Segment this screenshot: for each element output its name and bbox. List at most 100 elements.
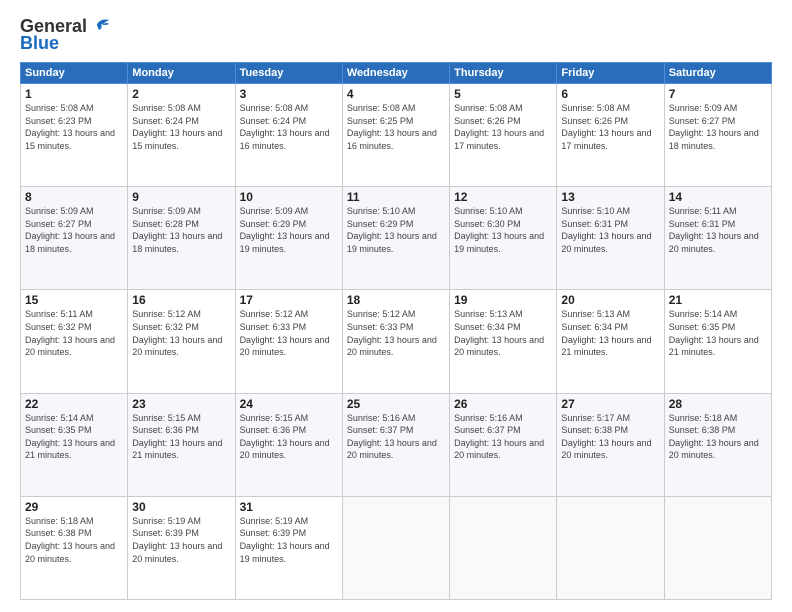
calendar-cell: [450, 496, 557, 599]
calendar-cell: 23Sunrise: 5:15 AMSunset: 6:36 PMDayligh…: [128, 393, 235, 496]
calendar-cell: 4Sunrise: 5:08 AMSunset: 6:25 PMDaylight…: [342, 84, 449, 187]
day-info: Sunrise: 5:08 AMSunset: 6:24 PMDaylight:…: [132, 102, 230, 152]
day-info: Sunrise: 5:08 AMSunset: 6:26 PMDaylight:…: [454, 102, 552, 152]
weekday-header-monday: Monday: [128, 63, 235, 84]
day-info: Sunrise: 5:11 AMSunset: 6:31 PMDaylight:…: [669, 205, 767, 255]
calendar-week-5: 29Sunrise: 5:18 AMSunset: 6:38 PMDayligh…: [21, 496, 772, 599]
header: General Blue: [20, 16, 772, 54]
day-number: 24: [240, 397, 338, 411]
day-info: Sunrise: 5:08 AMSunset: 6:24 PMDaylight:…: [240, 102, 338, 152]
calendar-cell: 9Sunrise: 5:09 AMSunset: 6:28 PMDaylight…: [128, 187, 235, 290]
day-info: Sunrise: 5:08 AMSunset: 6:25 PMDaylight:…: [347, 102, 445, 152]
day-number: 31: [240, 500, 338, 514]
calendar-cell: 24Sunrise: 5:15 AMSunset: 6:36 PMDayligh…: [235, 393, 342, 496]
day-number: 1: [25, 87, 123, 101]
logo-blue-text: Blue: [20, 33, 59, 54]
day-info: Sunrise: 5:09 AMSunset: 6:28 PMDaylight:…: [132, 205, 230, 255]
calendar-cell: [664, 496, 771, 599]
calendar-cell: 16Sunrise: 5:12 AMSunset: 6:32 PMDayligh…: [128, 290, 235, 393]
calendar-cell: 28Sunrise: 5:18 AMSunset: 6:38 PMDayligh…: [664, 393, 771, 496]
calendar-cell: 29Sunrise: 5:18 AMSunset: 6:38 PMDayligh…: [21, 496, 128, 599]
day-number: 8: [25, 190, 123, 204]
day-number: 3: [240, 87, 338, 101]
calendar-cell: 15Sunrise: 5:11 AMSunset: 6:32 PMDayligh…: [21, 290, 128, 393]
day-info: Sunrise: 5:10 AMSunset: 6:31 PMDaylight:…: [561, 205, 659, 255]
day-number: 19: [454, 293, 552, 307]
calendar-header: SundayMondayTuesdayWednesdayThursdayFrid…: [21, 63, 772, 84]
calendar-cell: 25Sunrise: 5:16 AMSunset: 6:37 PMDayligh…: [342, 393, 449, 496]
day-info: Sunrise: 5:09 AMSunset: 6:29 PMDaylight:…: [240, 205, 338, 255]
day-number: 13: [561, 190, 659, 204]
calendar-cell: 1Sunrise: 5:08 AMSunset: 6:23 PMDaylight…: [21, 84, 128, 187]
day-number: 9: [132, 190, 230, 204]
calendar-cell: 14Sunrise: 5:11 AMSunset: 6:31 PMDayligh…: [664, 187, 771, 290]
logo: General Blue: [20, 16, 111, 54]
day-info: Sunrise: 5:12 AMSunset: 6:32 PMDaylight:…: [132, 308, 230, 358]
day-number: 22: [25, 397, 123, 411]
day-number: 14: [669, 190, 767, 204]
day-number: 30: [132, 500, 230, 514]
day-number: 10: [240, 190, 338, 204]
calendar-cell: 22Sunrise: 5:14 AMSunset: 6:35 PMDayligh…: [21, 393, 128, 496]
calendar-cell: 5Sunrise: 5:08 AMSunset: 6:26 PMDaylight…: [450, 84, 557, 187]
day-number: 26: [454, 397, 552, 411]
day-info: Sunrise: 5:12 AMSunset: 6:33 PMDaylight:…: [240, 308, 338, 358]
weekday-header-row: SundayMondayTuesdayWednesdayThursdayFrid…: [21, 63, 772, 84]
day-info: Sunrise: 5:17 AMSunset: 6:38 PMDaylight:…: [561, 412, 659, 462]
day-info: Sunrise: 5:15 AMSunset: 6:36 PMDaylight:…: [132, 412, 230, 462]
calendar-cell: 26Sunrise: 5:16 AMSunset: 6:37 PMDayligh…: [450, 393, 557, 496]
calendar-cell: 17Sunrise: 5:12 AMSunset: 6:33 PMDayligh…: [235, 290, 342, 393]
weekday-header-friday: Friday: [557, 63, 664, 84]
calendar-cell: 18Sunrise: 5:12 AMSunset: 6:33 PMDayligh…: [342, 290, 449, 393]
calendar-table: SundayMondayTuesdayWednesdayThursdayFrid…: [20, 62, 772, 600]
calendar-cell: 30Sunrise: 5:19 AMSunset: 6:39 PMDayligh…: [128, 496, 235, 599]
day-info: Sunrise: 5:14 AMSunset: 6:35 PMDaylight:…: [669, 308, 767, 358]
weekday-header-wednesday: Wednesday: [342, 63, 449, 84]
day-number: 29: [25, 500, 123, 514]
day-info: Sunrise: 5:10 AMSunset: 6:29 PMDaylight:…: [347, 205, 445, 255]
calendar-cell: 27Sunrise: 5:17 AMSunset: 6:38 PMDayligh…: [557, 393, 664, 496]
day-number: 17: [240, 293, 338, 307]
day-info: Sunrise: 5:18 AMSunset: 6:38 PMDaylight:…: [669, 412, 767, 462]
calendar-cell: 6Sunrise: 5:08 AMSunset: 6:26 PMDaylight…: [557, 84, 664, 187]
calendar-cell: 7Sunrise: 5:09 AMSunset: 6:27 PMDaylight…: [664, 84, 771, 187]
day-info: Sunrise: 5:18 AMSunset: 6:38 PMDaylight:…: [25, 515, 123, 565]
day-info: Sunrise: 5:08 AMSunset: 6:23 PMDaylight:…: [25, 102, 123, 152]
calendar-cell: 10Sunrise: 5:09 AMSunset: 6:29 PMDayligh…: [235, 187, 342, 290]
day-info: Sunrise: 5:15 AMSunset: 6:36 PMDaylight:…: [240, 412, 338, 462]
calendar-cell: 11Sunrise: 5:10 AMSunset: 6:29 PMDayligh…: [342, 187, 449, 290]
day-info: Sunrise: 5:08 AMSunset: 6:26 PMDaylight:…: [561, 102, 659, 152]
day-info: Sunrise: 5:10 AMSunset: 6:30 PMDaylight:…: [454, 205, 552, 255]
day-info: Sunrise: 5:09 AMSunset: 6:27 PMDaylight:…: [25, 205, 123, 255]
weekday-header-sunday: Sunday: [21, 63, 128, 84]
day-number: 5: [454, 87, 552, 101]
day-info: Sunrise: 5:13 AMSunset: 6:34 PMDaylight:…: [454, 308, 552, 358]
day-info: Sunrise: 5:16 AMSunset: 6:37 PMDaylight:…: [347, 412, 445, 462]
day-info: Sunrise: 5:11 AMSunset: 6:32 PMDaylight:…: [25, 308, 123, 358]
day-info: Sunrise: 5:12 AMSunset: 6:33 PMDaylight:…: [347, 308, 445, 358]
weekday-header-tuesday: Tuesday: [235, 63, 342, 84]
day-number: 11: [347, 190, 445, 204]
calendar-week-4: 22Sunrise: 5:14 AMSunset: 6:35 PMDayligh…: [21, 393, 772, 496]
page: General Blue SundayMondayTuesdayWednesda…: [0, 0, 792, 612]
day-info: Sunrise: 5:14 AMSunset: 6:35 PMDaylight:…: [25, 412, 123, 462]
calendar-cell: 21Sunrise: 5:14 AMSunset: 6:35 PMDayligh…: [664, 290, 771, 393]
day-number: 28: [669, 397, 767, 411]
calendar-week-3: 15Sunrise: 5:11 AMSunset: 6:32 PMDayligh…: [21, 290, 772, 393]
calendar-cell: 3Sunrise: 5:08 AMSunset: 6:24 PMDaylight…: [235, 84, 342, 187]
calendar-cell: 31Sunrise: 5:19 AMSunset: 6:39 PMDayligh…: [235, 496, 342, 599]
day-number: 6: [561, 87, 659, 101]
weekday-header-saturday: Saturday: [664, 63, 771, 84]
day-number: 25: [347, 397, 445, 411]
calendar-cell: 19Sunrise: 5:13 AMSunset: 6:34 PMDayligh…: [450, 290, 557, 393]
day-number: 12: [454, 190, 552, 204]
weekday-header-thursday: Thursday: [450, 63, 557, 84]
day-number: 18: [347, 293, 445, 307]
day-info: Sunrise: 5:09 AMSunset: 6:27 PMDaylight:…: [669, 102, 767, 152]
day-number: 21: [669, 293, 767, 307]
logo-bird-icon: [89, 16, 111, 34]
calendar-week-2: 8Sunrise: 5:09 AMSunset: 6:27 PMDaylight…: [21, 187, 772, 290]
day-number: 7: [669, 87, 767, 101]
day-info: Sunrise: 5:16 AMSunset: 6:37 PMDaylight:…: [454, 412, 552, 462]
day-number: 4: [347, 87, 445, 101]
